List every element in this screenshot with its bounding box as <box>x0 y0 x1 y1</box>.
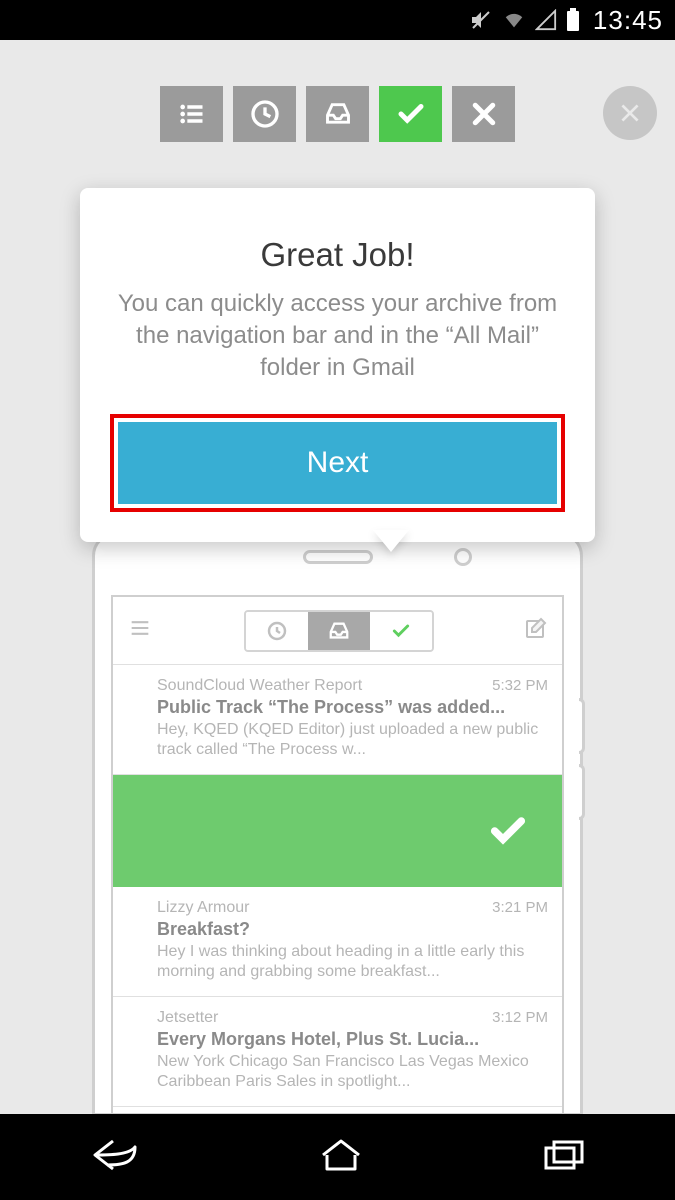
email-preview: New York Chicago San Francisco Las Vegas… <box>157 1052 548 1092</box>
next-button-highlight: Next <box>110 414 565 512</box>
clock-text: 13:45 <box>593 5 663 36</box>
wifi-icon <box>501 9 527 31</box>
email-preview: Hey, KQED (KQED Editor) just uploaded a … <box>157 720 548 760</box>
email-subject: Every Morgans Hotel, Plus St. Lucia... <box>157 1029 548 1050</box>
tab-later[interactable] <box>233 86 296 142</box>
tab-list[interactable] <box>160 86 223 142</box>
email-subject: Breakfast? <box>157 919 548 940</box>
compose-icon <box>524 616 548 645</box>
tab-delete[interactable] <box>452 86 515 142</box>
tab-inbox[interactable] <box>306 86 369 142</box>
email-sender: SoundCloud Weather Report <box>157 677 548 695</box>
list-item: SoundCloud Weather Report 5:32 PM Public… <box>113 665 562 775</box>
recent-apps-button[interactable] <box>542 1138 586 1177</box>
status-bar: 13:45 <box>0 0 675 40</box>
tooltip-pointer <box>373 530 409 552</box>
email-sender: Lizzy Armour <box>157 899 548 917</box>
phone-side-button <box>579 764 585 820</box>
phone-speaker <box>303 550 373 564</box>
email-time: 3:12 PM <box>492 1009 548 1026</box>
phone-illustration: SoundCloud Weather Report 5:32 PM Public… <box>92 532 583 1116</box>
swipe-archive-row <box>113 775 562 887</box>
hamburger-icon <box>127 618 153 643</box>
phone-toolbar <box>113 597 562 665</box>
tutorial-tabs <box>0 86 675 142</box>
email-sender: Jetsetter <box>157 1009 548 1027</box>
email-time: 3:21 PM <box>492 899 548 916</box>
list-item: Lizzy Armour 3:21 PM Breakfast? Hey I wa… <box>113 887 562 997</box>
email-time: 5:32 PM <box>492 677 548 694</box>
android-nav-bar <box>0 1114 675 1200</box>
card-title: Great Job! <box>110 236 565 274</box>
email-preview: Hey I was thinking about heading in a li… <box>157 942 548 982</box>
home-button[interactable] <box>319 1137 363 1178</box>
next-button[interactable]: Next <box>118 422 557 504</box>
list-item: Jetsetter 3:12 PM Every Morgans Hotel, P… <box>113 997 562 1107</box>
mute-icon <box>469 8 493 32</box>
seg-archive <box>370 612 432 650</box>
back-button[interactable] <box>89 1135 141 1180</box>
phone-side-button <box>579 698 585 754</box>
battery-icon <box>565 8 581 32</box>
phone-segmented-control <box>244 610 434 652</box>
email-list: SoundCloud Weather Report 5:32 PM Public… <box>113 665 562 1116</box>
seg-inbox <box>308 612 370 650</box>
phone-camera <box>454 548 472 566</box>
tooltip-card: Great Job! You can quickly access your a… <box>80 188 595 542</box>
email-subject: Public Track “The Process” was added... <box>157 697 548 718</box>
tab-archive[interactable] <box>379 86 442 142</box>
signal-icon <box>535 9 557 31</box>
card-text: You can quickly access your archive from… <box>110 288 565 384</box>
seg-later <box>246 612 308 650</box>
